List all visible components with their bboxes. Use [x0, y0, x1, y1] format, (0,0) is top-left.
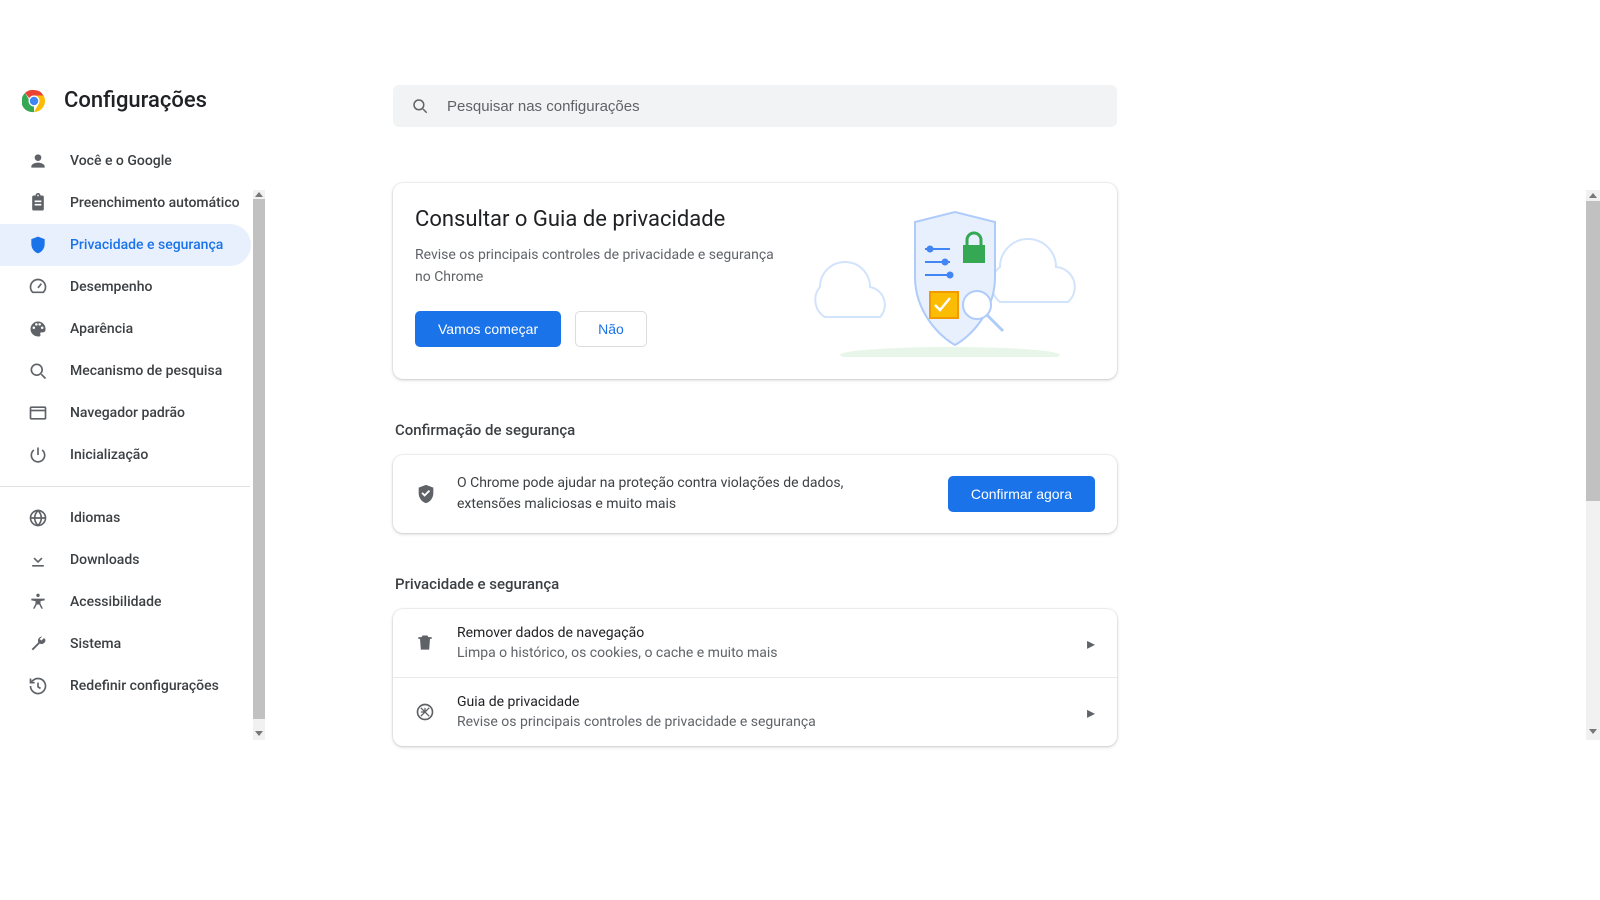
sidebar-item-system[interactable]: Sistema [0, 623, 251, 665]
row-subtitle: Revise os principais controles de privac… [457, 714, 1065, 730]
row-title: Guia de privacidade [457, 694, 1065, 710]
trash-icon [415, 633, 435, 653]
sidebar-item-appearance[interactable]: Aparência [0, 308, 251, 350]
compass-icon [415, 702, 435, 722]
nav-primary: Você e o Google Preenchimento automático… [0, 140, 265, 476]
privacy-guide-buttons: Vamos começar Não [415, 311, 785, 347]
window-icon [28, 403, 48, 423]
search-icon [411, 97, 429, 115]
sidebar-item-label: Preenchimento automático [70, 195, 240, 211]
row-text: Guia de privacidade Revise os principais… [457, 694, 1065, 730]
shield-icon [28, 235, 48, 255]
sidebar-item-label: Navegador padrão [70, 405, 185, 421]
chevron-right-icon: ▸ [1087, 703, 1095, 722]
privacy-guide-text: Consultar o Guia de privacidade Revise o… [415, 207, 785, 357]
scroll-down-icon[interactable] [1589, 729, 1597, 734]
accessibility-icon [28, 592, 48, 612]
globe-icon [28, 508, 48, 528]
sidebar-item-downloads[interactable]: Downloads [0, 539, 251, 581]
privacy-guide-illustration [805, 207, 1095, 357]
sidebar-item-label: Idiomas [70, 510, 120, 526]
main-content: Consultar o Guia de privacidade Revise o… [265, 50, 1600, 900]
sidebar-item-label: Você e o Google [70, 153, 172, 169]
start-button[interactable]: Vamos começar [415, 311, 561, 347]
nav-divider [0, 486, 250, 487]
privacy-security-section-label: Privacidade e segurança [395, 575, 1117, 593]
main-scrollbar[interactable] [1586, 190, 1600, 740]
restore-icon [28, 676, 48, 696]
sidebar-item-label: Mecanismo de pesquisa [70, 363, 222, 379]
scroll-up-icon[interactable] [255, 192, 263, 197]
sidebar-item-default-browser[interactable]: Navegador padrão [0, 392, 251, 434]
row-text: Remover dados de navegação Limpa o histó… [457, 625, 1065, 661]
sidebar-item-privacy-security[interactable]: Privacidade e segurança [0, 224, 251, 266]
sidebar-item-label: Aparência [70, 321, 133, 337]
check-now-button[interactable]: Confirmar agora [948, 476, 1095, 512]
power-icon [28, 445, 48, 465]
privacy-guide-title: Consultar o Guia de privacidade [415, 207, 785, 232]
chevron-right-icon: ▸ [1087, 634, 1095, 653]
sidebar-item-label: Sistema [70, 636, 121, 652]
row-subtitle: Limpa o histórico, os cookies, o cache e… [457, 645, 1065, 661]
person-icon [28, 151, 48, 171]
sidebar-item-search-engine[interactable]: Mecanismo de pesquisa [0, 350, 251, 392]
sidebar-scrollbar[interactable] [253, 190, 265, 740]
clipboard-icon [28, 193, 48, 213]
app-root: Você e o Google Preenchimento automático… [0, 0, 1600, 900]
sidebar-item-label: Redefinir configurações [70, 678, 219, 694]
sidebar-item-label: Privacidade e segurança [70, 237, 223, 253]
shield-check-icon [415, 483, 437, 505]
privacy-guide-description: Revise os principais controles de privac… [415, 244, 775, 289]
sidebar-item-you-and-google[interactable]: Você e o Google [0, 140, 251, 182]
content-column: Consultar o Guia de privacidade Revise o… [393, 183, 1117, 746]
no-button[interactable]: Não [575, 311, 647, 347]
search-bar[interactable] [393, 85, 1117, 127]
search-icon [28, 361, 48, 381]
sidebar-item-reset[interactable]: Redefinir configurações [0, 665, 251, 707]
sidebar: Você e o Google Preenchimento automático… [0, 50, 265, 900]
safety-check-text: O Chrome pode ajudar na proteção contra … [457, 473, 928, 515]
nav-secondary: Idiomas Downloads Acessibilidade Sistema [0, 497, 265, 707]
scroll-down-icon[interactable] [255, 731, 263, 736]
wrench-icon [28, 634, 48, 654]
row-title: Remover dados de navegação [457, 625, 1065, 641]
sidebar-item-label: Downloads [70, 552, 139, 568]
privacy-guide-card: Consultar o Guia de privacidade Revise o… [393, 183, 1117, 379]
privacy-guide-row[interactable]: Guia de privacidade Revise os principais… [393, 677, 1117, 746]
sidebar-item-label: Acessibilidade [70, 594, 161, 610]
sidebar-item-performance[interactable]: Desempenho [0, 266, 251, 308]
sidebar-item-languages[interactable]: Idiomas [0, 497, 251, 539]
clear-browsing-data-row[interactable]: Remover dados de navegação Limpa o histó… [393, 609, 1117, 677]
sidebar-item-on-startup[interactable]: Inicialização [0, 434, 251, 476]
sidebar-item-label: Desempenho [70, 279, 152, 295]
privacy-security-list: Remover dados de navegação Limpa o histó… [393, 609, 1117, 746]
speedometer-icon [28, 277, 48, 297]
safety-check-card: O Chrome pode ajudar na proteção contra … [393, 455, 1117, 533]
download-icon [28, 550, 48, 570]
scroll-thumb[interactable] [1586, 201, 1600, 501]
sidebar-item-label: Inicialização [70, 447, 148, 463]
scroll-thumb[interactable] [253, 199, 265, 719]
scroll-up-icon[interactable] [1589, 193, 1597, 198]
palette-icon [28, 319, 48, 339]
sidebar-item-autofill[interactable]: Preenchimento automático [0, 182, 251, 224]
sidebar-item-accessibility[interactable]: Acessibilidade [0, 581, 251, 623]
safety-check-section-label: Confirmação de segurança [395, 421, 1117, 439]
search-input[interactable] [447, 98, 1099, 115]
